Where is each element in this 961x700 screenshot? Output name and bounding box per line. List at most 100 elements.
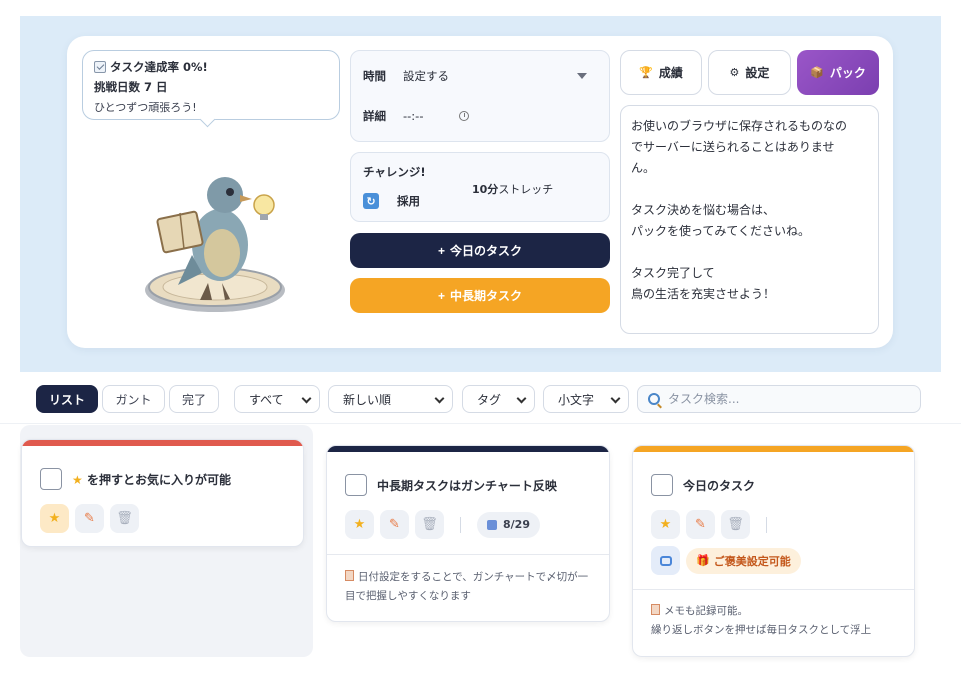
achievement-rate-line: タスク達成率 0%!: [94, 59, 328, 75]
card-color-bar: [327, 446, 609, 452]
calendar-icon: [487, 519, 497, 530]
card-color-bar: [633, 446, 914, 452]
challenge-panel: チャレンジ! 10分ストレッチ ↻ 採用: [350, 152, 610, 222]
task-checkbox[interactable]: [345, 474, 367, 496]
delete-button[interactable]: 🗑: [721, 510, 750, 539]
settings-button[interactable]: ⚙ 設定: [708, 50, 791, 95]
sort-select-value: 新しい順: [343, 392, 392, 407]
filter-select[interactable]: すべて: [234, 385, 320, 413]
edit-button[interactable]: ✎: [75, 504, 104, 533]
card-color-bar: [22, 440, 303, 446]
delete-button[interactable]: 🗑: [415, 510, 444, 539]
detail-row: 詳細 --:--: [363, 108, 470, 124]
card-extra-actions: 🎁 ご褒美設定可能: [651, 546, 801, 575]
task-checkbox[interactable]: [651, 474, 673, 496]
pack-button[interactable]: 📦 パック: [797, 50, 879, 95]
bird-illustration: [130, 165, 300, 325]
star-icon: ★: [659, 517, 672, 532]
settings-label: 設定: [745, 66, 770, 80]
search-icon: [648, 393, 660, 405]
edit-button[interactable]: ✎: [380, 510, 409, 539]
time-select[interactable]: 設定する: [403, 68, 449, 84]
view-done-tab[interactable]: 完了: [169, 385, 219, 413]
challenge-title: チャレンジ!: [363, 165, 426, 179]
info-line: パックを使ってみてくださいね。: [631, 224, 811, 238]
view-list-tab[interactable]: リスト: [36, 385, 98, 413]
delete-button[interactable]: 🗑: [110, 504, 139, 533]
tag-select-value: タグ: [477, 392, 502, 407]
card-title: ★ を押すとお気に入りが可能: [72, 471, 231, 488]
add-long-term-task-button[interactable]: + 中長期タスク: [350, 278, 610, 313]
favorite-button[interactable]: ★: [651, 510, 680, 539]
add-today-task-label: 今日のタスク: [450, 244, 523, 258]
detail-time-input[interactable]: --:--: [403, 109, 423, 123]
info-line: 鳥の生活を充実させよう！: [631, 287, 776, 301]
due-date-badge[interactable]: 8/29: [477, 511, 540, 538]
memo-icon: [345, 570, 354, 581]
challenge-actions: ↻ 採用: [363, 193, 420, 209]
status-bubble: タスク達成率 0%! 挑戦日数 7 日 ひとつずつ頑張ろう!: [82, 50, 340, 120]
pencil-icon: ✎: [84, 511, 95, 526]
filter-select-value: すべて: [249, 392, 284, 407]
reward-badge[interactable]: 🎁 ご褒美設定可能: [686, 547, 801, 574]
chart-icon: [94, 61, 106, 73]
card-actions: ★ ✎ 🗑 8/29: [345, 510, 540, 539]
star-icon: ★: [48, 511, 61, 526]
card-header: 中長期タスクはガンチャート反映: [345, 474, 557, 496]
plus-icon: +: [437, 288, 445, 303]
gear-icon: ⚙: [729, 66, 740, 79]
info-line: でサーバーに送られることはありませ: [631, 140, 835, 154]
favorite-button[interactable]: ★: [40, 504, 69, 533]
card-divider: [327, 554, 609, 555]
plus-icon: +: [437, 243, 445, 258]
card-title: 今日のタスク: [683, 478, 756, 493]
card-actions: ★ ✎ 🗑: [40, 504, 139, 533]
refresh-icon[interactable]: ↻: [363, 193, 379, 209]
challenge-days-text: 挑戦日数 7 日: [94, 80, 168, 94]
trash-icon: 🗑: [421, 517, 438, 532]
info-line: ん。: [631, 161, 656, 175]
chevron-down-icon[interactable]: [577, 73, 587, 79]
challenge-task-duration: 10分: [472, 183, 499, 196]
repeat-button[interactable]: [651, 546, 680, 575]
search-input[interactable]: [668, 392, 908, 406]
sort-select[interactable]: 新しい順: [328, 385, 453, 413]
divider: [766, 516, 767, 533]
clock-icon[interactable]: [459, 111, 470, 121]
card-divider: [633, 589, 914, 590]
pencil-icon: ✎: [389, 517, 400, 532]
chevron-down-icon: [610, 393, 621, 404]
reward-text: ご褒美設定可能: [713, 554, 791, 568]
tag-select[interactable]: タグ: [462, 385, 535, 413]
achievements-label: 成績: [658, 66, 683, 80]
time-label: 時間: [363, 69, 386, 83]
add-today-task-button[interactable]: + 今日のタスク: [350, 233, 610, 268]
search-box: [637, 385, 921, 413]
detail-label: 詳細: [363, 109, 386, 123]
edit-button[interactable]: ✎: [686, 510, 715, 539]
card-title-text: を押すとお気に入りが可能: [86, 472, 231, 487]
size-select[interactable]: 小文字: [543, 385, 629, 413]
achievements-button[interactable]: 🏆 成績: [620, 50, 702, 95]
card-header: ★ を押すとお気に入りが可能: [40, 468, 231, 490]
card-note-text: 日付設定をすることで、ガンチャートで〆切が一目で把握しやすくなります: [345, 571, 589, 602]
view-gantt-tab[interactable]: ガント: [102, 385, 165, 413]
card-title: 中長期タスクはガンチャート反映: [377, 478, 557, 493]
time-detail-panel: 時間 設定する 詳細 --:--: [350, 50, 610, 142]
size-select-value: 小文字: [558, 392, 595, 407]
trash-icon: 🗑: [727, 517, 744, 532]
star-icon: ★: [353, 517, 366, 532]
chevron-down-icon: [301, 393, 312, 404]
info-message: お使いのブラウザに保存されるものなの でサーバーに送られることはありませ ん。 …: [620, 105, 879, 334]
info-line: タスク決めを悩む場合は、: [631, 203, 776, 217]
due-date-text: 8/29: [503, 518, 530, 531]
trash-icon: 🗑: [116, 511, 133, 526]
favorite-button[interactable]: ★: [345, 510, 374, 539]
chevron-down-icon: [516, 393, 527, 404]
chevron-down-icon: [434, 393, 445, 404]
gift-icon: 🎁: [696, 554, 710, 567]
add-long-term-task-label: 中長期タスク: [450, 289, 523, 303]
package-icon: 📦: [810, 66, 824, 79]
task-checkbox[interactable]: [40, 468, 62, 490]
adopt-button[interactable]: 採用: [397, 193, 420, 209]
